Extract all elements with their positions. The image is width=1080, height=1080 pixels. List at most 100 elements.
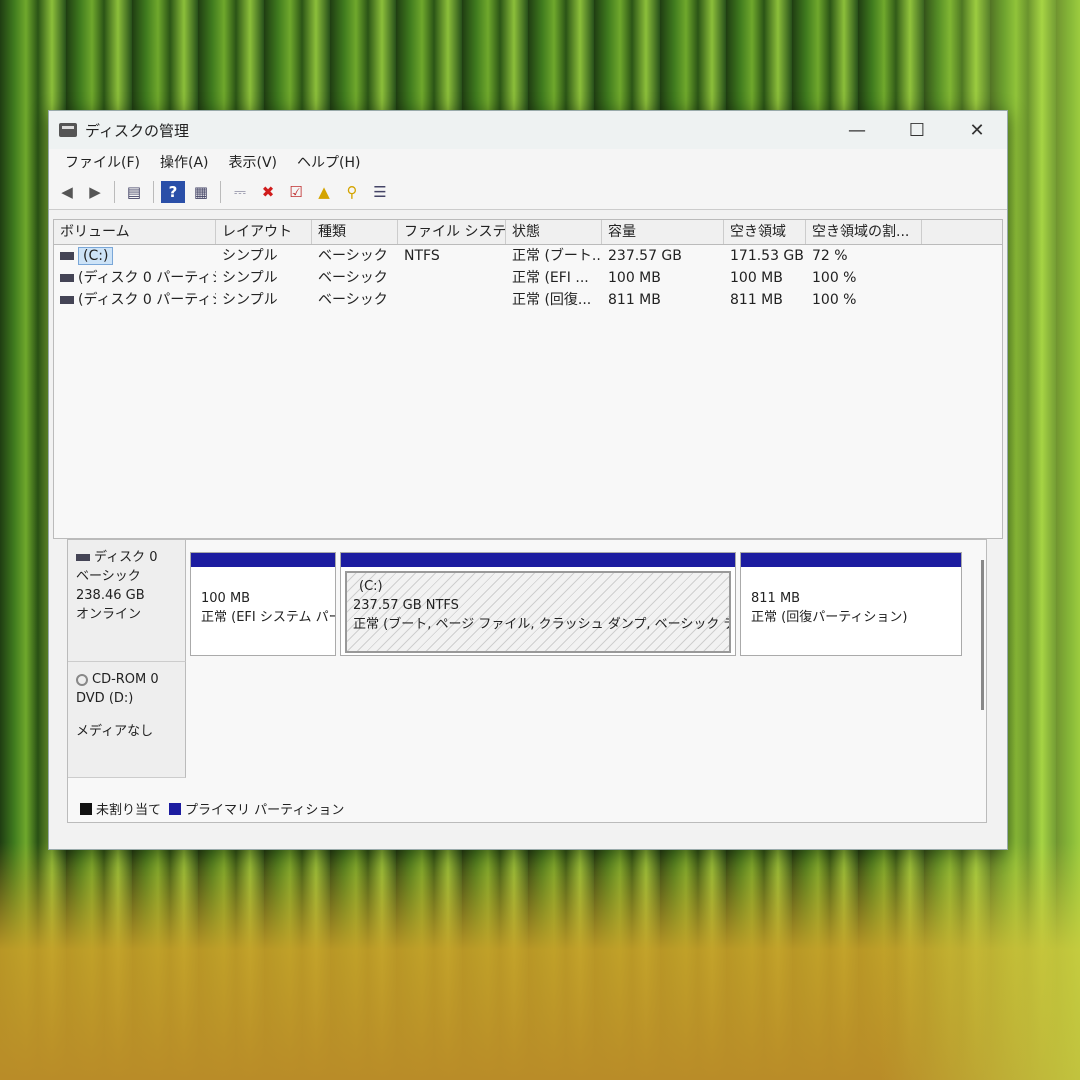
partition-bar [341,553,735,567]
maximize-button[interactable]: ☐ [887,111,947,149]
free-space-cell: 811 MB [730,292,783,308]
cdrom-0-type: DVD (D:) [76,691,134,706]
volume-name-cell: (ディスク 0 パーティシ... [54,289,216,311]
volume-icon [60,252,74,260]
disk-0-name: ディスク 0 [94,550,158,565]
menu-bar: ファイル(F) 操作(A) 表示(V) ヘルプ(H) [49,149,1007,175]
disk-0-type: ベーシック [76,569,141,584]
filesystem-cell [398,267,506,289]
cdrom-0-name: CD-ROM 0 [92,672,159,687]
volume-name: (ディスク 0 パーティシ... [78,270,216,286]
column-status[interactable]: 状態 [506,220,602,244]
volume-row[interactable]: (ディスク 0 パーティシ... シンプル ベーシック 正常 (EFI ... … [54,267,1002,289]
partition-c-drive[interactable]: (C:) 237.57 GB NTFS 正常 (ブート, ページ ファイル, ク… [340,552,736,656]
toolbar-separator [220,181,221,203]
filesystem-cell: NTFS [404,248,440,264]
partition-bar [191,553,335,567]
export-icon[interactable]: ▲ [312,181,336,203]
legend-unallocated-swatch [80,802,92,815]
legend-primary-label: プライマリ パーティション [185,803,345,818]
column-layout[interactable]: レイアウト [216,220,312,244]
toolbar-separator [153,181,154,203]
column-type[interactable]: 種類 [312,220,398,244]
disk-0-size: 238.46 GB [76,588,145,603]
volume-icon [60,296,74,304]
back-arrow-icon[interactable]: ◀ [55,181,79,203]
status-cell: 正常 (EFI ... [512,270,589,286]
volume-name-cell: (ディスク 0 パーティシ... [54,267,216,289]
search-icon[interactable]: ⚲ [340,181,364,203]
partition-size: 100 MB [201,591,251,606]
type-cell: ベーシック [318,248,388,264]
partition-status: 正常 (ブート, ページ ファイル, クラッシュ ダンプ, ベーシック データ … [353,617,729,632]
menu-action[interactable]: 操作(A) [150,152,219,172]
title-bar: ディスクの管理 — ☐ ✕ [49,111,1007,149]
free-space-cell: 171.53 GB [730,248,804,264]
percent-free-cell: 100 % [812,292,857,308]
partition-recovery[interactable]: 811 MB 正常 (回復パーティション) [740,552,962,656]
partition-status: 正常 (回復パーティション) [751,610,908,625]
cdrom-0-status: メディアなし [76,724,154,739]
legend-unallocated-label: 未割り当て [96,803,162,818]
partition-size: 237.57 GB NTFS [353,598,459,613]
legend-primary-swatch [169,802,182,815]
filesystem-cell [398,289,506,311]
volume-row[interactable]: (ディスク 0 パーティシ... シンプル ベーシック 正常 (回復... 81… [54,289,1002,311]
volume-list: ボリューム レイアウト 種類 ファイル システム 状態 容量 空き領域 空き領域… [53,219,1003,539]
column-percent-free[interactable]: 空き領域の割... [806,220,922,244]
partition-bar [741,553,961,567]
volume-list-header: ボリューム レイアウト 種類 ファイル システム 状態 容量 空き領域 空き領域… [54,220,1002,245]
window-controls: — ☐ ✕ [827,111,1007,149]
menu-file[interactable]: ファイル(F) [55,152,150,172]
column-filesystem[interactable]: ファイル システム [398,220,506,244]
help-icon[interactable]: ? [161,181,185,203]
percent-free-cell: 72 % [812,248,848,264]
toolbar: ◀ ▶ ▤ ? ▦ ⎓ ✖ ☑ ▲ ⚲ ☰ [49,175,1007,210]
layout-cell: シンプル [222,270,278,286]
check-icon[interactable]: ☑ [284,181,308,203]
properties-icon[interactable]: ▦ [189,181,213,203]
capacity-cell: 237.57 GB [608,248,682,264]
volume-name-cell: (C:) [54,245,216,267]
partition-size: 811 MB [751,591,801,606]
list-icon[interactable]: ☰ [368,181,392,203]
partition-selected-body: (C:) 237.57 GB NTFS 正常 (ブート, ページ ファイル, ク… [345,571,731,653]
status-cell: 正常 (ブート... [512,248,602,264]
delete-icon[interactable]: ✖ [256,181,280,203]
volume-name: (ディスク 0 パーティシ... [78,292,216,308]
forward-arrow-icon[interactable]: ▶ [83,181,107,203]
layout-cell: シンプル [222,292,278,308]
partition-status: 正常 (EFI システム パー [201,610,335,625]
cdrom-icon [76,673,88,686]
window-title: ディスクの管理 [85,121,189,140]
connect-icon[interactable]: ⎓ [228,181,252,203]
type-cell: ベーシック [318,292,388,308]
column-volume[interactable]: ボリューム [54,220,216,244]
disk-0-status: オンライン [76,607,142,622]
free-space-cell: 100 MB [730,270,783,286]
column-capacity[interactable]: 容量 [602,220,724,244]
console-tree-icon[interactable]: ▤ [122,181,146,203]
disk-0-label[interactable]: ディスク 0 ベーシック 238.46 GB オンライン [68,540,186,662]
layout-cell: シンプル [222,248,278,264]
type-cell: ベーシック [318,270,388,286]
capacity-cell: 811 MB [608,292,661,308]
close-button[interactable]: ✕ [947,111,1007,149]
disk-map: ディスク 0 ベーシック 238.46 GB オンライン 100 MB 正常 (… [67,539,987,823]
disk-management-icon [59,123,77,137]
status-cell: 正常 (回復... [512,292,592,308]
toolbar-separator [114,181,115,203]
menu-help[interactable]: ヘルプ(H) [287,152,370,172]
capacity-cell: 100 MB [608,270,661,286]
volume-row[interactable]: (C:) シンプル ベーシック NTFS 正常 (ブート... 237.57 G… [54,245,1002,267]
volume-name: (C:) [78,247,114,265]
cdrom-0-label[interactable]: CD-ROM 0 DVD (D:) メディアなし [68,662,186,778]
column-free-space[interactable]: 空き領域 [724,220,806,244]
disk-map-scrollbar[interactable] [981,560,984,710]
percent-free-cell: 100 % [812,270,857,286]
disk-icon [76,554,90,561]
minimize-button[interactable]: — [827,111,887,149]
disk-management-window: ディスクの管理 — ☐ ✕ ファイル(F) 操作(A) 表示(V) ヘルプ(H)… [48,110,1008,850]
partition-efi[interactable]: 100 MB 正常 (EFI システム パー [190,552,336,656]
menu-view[interactable]: 表示(V) [219,152,288,172]
